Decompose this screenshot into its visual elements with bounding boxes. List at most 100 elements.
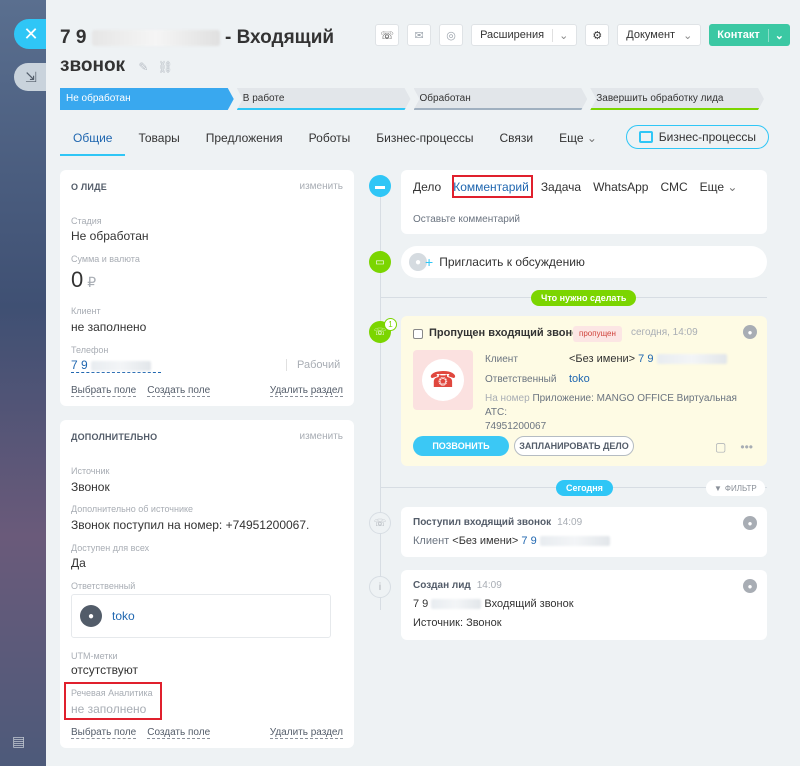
select-field-link[interactable]: Выбрать поле xyxy=(71,385,137,397)
composer-tab-deal[interactable]: Дело xyxy=(413,180,441,194)
invite-discussion[interactable]: ● + Пригласить к обсуждению xyxy=(401,246,767,278)
history-call-title: Поступил входящий звонок 14:09 xyxy=(413,517,582,528)
extensions-button[interactable]: Расширения ⌄ xyxy=(471,24,578,46)
tab-products[interactable]: Товары xyxy=(125,126,192,156)
business-processes-button[interactable]: Бизнес-процессы xyxy=(625,125,769,149)
plus-icon: + xyxy=(425,254,434,270)
minimize-icon[interactable]: ⇲ xyxy=(14,63,48,91)
stage-bar: Не обработан В работе Обработан Завершит… xyxy=(60,88,767,110)
document-button[interactable]: Документ ⌄ xyxy=(617,24,702,46)
tab-business-processes[interactable]: Бизнес-процессы xyxy=(363,126,486,156)
link-icon[interactable]: ⛓ xyxy=(158,60,173,74)
stage-label: Стадия xyxy=(71,216,102,226)
missed-badge: пропущен xyxy=(573,326,622,342)
stage-finish[interactable]: Завершить обработку лида xyxy=(590,88,764,110)
sum-amount: 0 xyxy=(71,267,84,292)
avail-value: Да xyxy=(71,556,86,570)
chevron-down-icon[interactable]: ⌄ xyxy=(767,28,790,42)
history-client-label: Клиент xyxy=(413,535,450,547)
lead-created-history: Создан лид 14:09 ● 7 9 Входящий звонок Ис… xyxy=(401,570,767,640)
stage-processed[interactable]: Обработан xyxy=(414,88,588,110)
select-field-link[interactable]: Выбрать поле xyxy=(71,727,137,739)
tab-general[interactable]: Общие xyxy=(60,126,126,156)
invite-label: Пригласить к обсуждению xyxy=(439,255,585,269)
source-more-value: Звонок поступил на номер: +74951200067. xyxy=(71,518,310,532)
filter-button[interactable]: ▼ ФИЛЬТР xyxy=(706,480,765,496)
phone-icon[interactable]: ☏ xyxy=(375,24,400,46)
phone-blurred xyxy=(431,599,482,610)
phone-label: Телефон xyxy=(71,345,109,355)
todo-client-label: Клиент xyxy=(485,354,518,365)
responsible-user[interactable]: ● toko xyxy=(71,594,331,638)
gear-icon[interactable]: ⚙ xyxy=(585,24,610,46)
chevron-down-icon: ⌄ xyxy=(586,131,597,145)
delete-section-link[interactable]: Удалить раздел xyxy=(269,385,343,397)
phone-value[interactable]: 7 9 xyxy=(71,358,161,373)
tab-links[interactable]: Связи xyxy=(487,126,547,156)
more-icon[interactable]: ••• xyxy=(740,440,753,454)
header-toolbar: ☏ ✉ ◎ Расширения ⌄ ⚙ Документ ⌄ Контакт ⌄ xyxy=(375,24,790,46)
history-created-prefix: 7 9 xyxy=(413,598,429,610)
todo-resp-label: Ответственный xyxy=(485,374,557,385)
create-field-link[interactable]: Создать поле xyxy=(147,385,211,397)
composer-tab-whatsapp[interactable]: WhatsApp xyxy=(593,180,648,194)
stage-value: Не обработан xyxy=(71,229,149,243)
history-created-title: Создан лид 14:09 xyxy=(413,580,502,591)
additional-footer: Выбрать поле Создать поле Удалить раздел xyxy=(71,727,343,739)
todo-title: Пропущен входящий звонок xyxy=(429,327,585,339)
source-more-label: Дополнительно об источнике xyxy=(71,504,194,514)
additional-heading: ДОПОЛНИТЕЛЬНО xyxy=(71,432,158,442)
history-client-phone[interactable]: 7 9 xyxy=(521,535,536,547)
tab-more[interactable]: Еще ⌄ xyxy=(546,126,610,156)
page-title: 7 9 - Входящий звонок ✎ ⛓ xyxy=(60,24,360,81)
additional-edit-link[interactable]: изменить xyxy=(299,431,343,442)
note-icon[interactable]: ▢ xyxy=(715,440,726,454)
mail-icon[interactable]: ✉ xyxy=(407,24,432,46)
history-call-client: Клиент <Без имени> 7 9 xyxy=(413,535,610,547)
print-icon[interactable]: ▤ xyxy=(12,733,32,751)
chevron-down-icon: ⌄ xyxy=(727,180,738,194)
todo-resp-value[interactable]: toko xyxy=(569,373,590,385)
user-avatar-icon: ● xyxy=(743,516,757,530)
edit-icon[interactable]: ✎ xyxy=(138,60,148,74)
composer-tab-task[interactable]: Задача xyxy=(541,180,581,194)
phone-blurred xyxy=(91,360,152,371)
title-line2: звонок xyxy=(60,55,126,76)
history-created-title-text: Создан лид xyxy=(413,580,471,591)
call-button[interactable]: ПОЗВОНИТЬ xyxy=(413,436,509,456)
user-avatar-icon: ● xyxy=(80,605,102,627)
about-heading: О ЛИДЕ xyxy=(71,182,107,192)
responsible-label: Ответственный xyxy=(71,581,136,591)
todo-client-phone[interactable]: 7 9 xyxy=(638,353,653,365)
todo-number-label: На номер xyxy=(485,393,530,404)
history-created-line1: 7 9 Входящий звонок xyxy=(413,598,574,610)
responsible-name: toko xyxy=(112,609,135,623)
tab-robots[interactable]: Роботы xyxy=(296,126,364,156)
create-field-link[interactable]: Создать поле xyxy=(147,727,211,739)
todo-number-info: На номер Приложение: MANGO OFFICE Виртуа… xyxy=(485,392,755,434)
extensions-label: Расширения xyxy=(480,29,545,41)
delete-section-link[interactable]: Удалить раздел xyxy=(269,727,343,739)
close-icon[interactable]: ✕ xyxy=(14,19,48,49)
composer-tab-sms[interactable]: СМС xyxy=(660,180,687,194)
comment-input[interactable]: Оставьте комментарий xyxy=(413,214,520,225)
tab-offers[interactable]: Предложения xyxy=(193,126,296,156)
chat-icon[interactable]: ◎ xyxy=(439,24,464,46)
plan-activity-button[interactable]: ЗАПЛАНИРОВАТЬ ДЕЛО xyxy=(514,436,634,456)
about-edit-link[interactable]: изменить xyxy=(299,181,343,192)
comment-icon: ▬ xyxy=(369,175,391,197)
contact-button[interactable]: Контакт ⌄ xyxy=(709,24,790,46)
history-created-line2: Источник: Звонок xyxy=(413,617,502,629)
utm-label: UTM-метки xyxy=(71,651,118,661)
composer-tab-more[interactable]: Еще ⌄ xyxy=(700,180,738,194)
additional-card: ДОПОЛНИТЕЛЬНО изменить Источник Звонок Д… xyxy=(60,420,354,748)
today-pill: Сегодня xyxy=(556,480,613,496)
about-lead-card: О ЛИДЕ изменить Стадия Не обработан Сумм… xyxy=(60,170,354,406)
stage-not-processed[interactable]: Не обработан xyxy=(60,88,234,110)
incoming-call-history: Поступил входящий звонок 14:09 ● Клиент <… xyxy=(401,507,767,557)
incoming-call-icon: ☏ xyxy=(369,512,391,534)
todo-checkbox[interactable] xyxy=(413,329,423,339)
info-icon: i xyxy=(369,576,391,598)
source-label: Источник xyxy=(71,466,110,476)
stage-in-work[interactable]: В работе xyxy=(237,88,411,110)
